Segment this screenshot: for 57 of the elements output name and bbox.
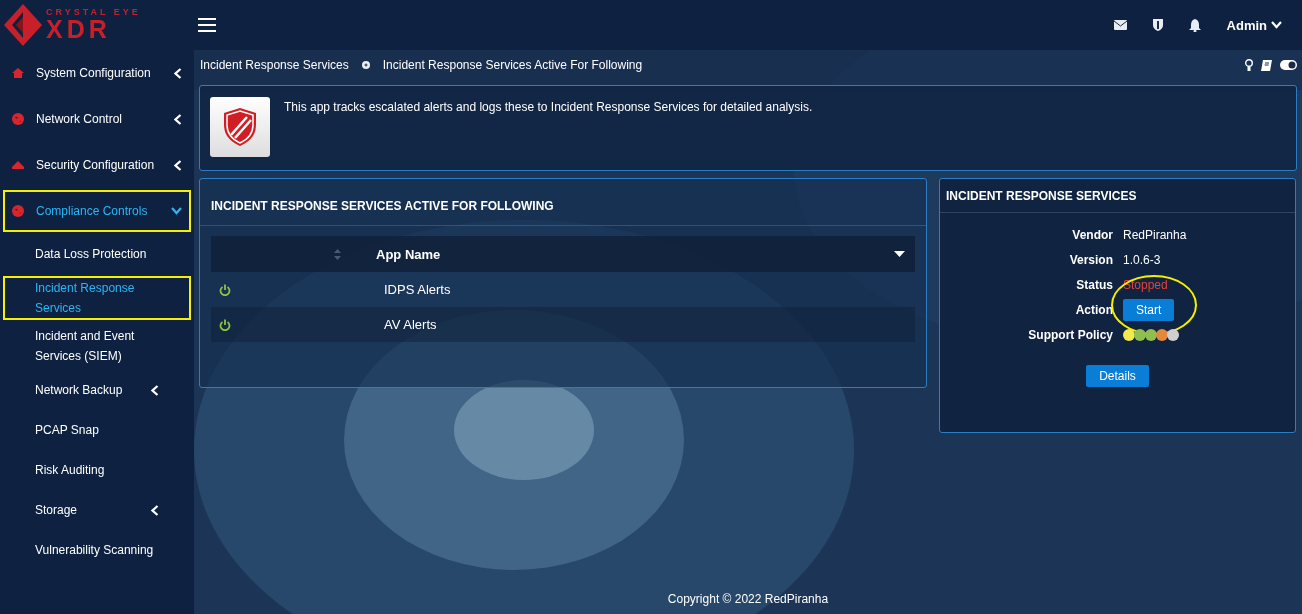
submenu-item[interactable]: Data Loss Protection (3, 236, 191, 272)
column-header[interactable]: App Name (356, 246, 894, 262)
copyright-text: Copyright © 2022 RedPiranha (666, 592, 830, 608)
caret-icon[interactable] (894, 251, 905, 257)
power-icon[interactable] (219, 283, 231, 296)
sidebar-item[interactable]: Compliance Controls (3, 190, 191, 232)
submenu-item[interactable]: Incident and Event Services (SIEM) (3, 324, 191, 368)
chevron-left-icon (174, 113, 182, 125)
field-label: Support Policy (1027, 327, 1114, 342)
cap-icon (12, 161, 24, 169)
globe-icon (12, 205, 24, 217)
panel-title: INCIDENT RESPONSE SERVICES ACTIVE FOR FOLLOWING (200, 179, 926, 226)
mail-icon[interactable] (1113, 20, 1127, 30)
home-icon (12, 68, 24, 78)
table-cell-text: AV Alerts (383, 317, 437, 332)
panel-title: INCIDENT RESPONSE SERVICES (940, 179, 1295, 213)
field-label: Status (1075, 277, 1114, 292)
sidebar-item[interactable]: Security Configuration (3, 144, 191, 186)
submenu-item[interactable]: PCAP Snap (3, 412, 191, 448)
details-button[interactable]: Details (1086, 365, 1149, 387)
logo-icon (2, 2, 44, 48)
brand-tagline: CRYSTAL EYE (46, 8, 141, 17)
shield-icon (223, 107, 257, 147)
start-button[interactable]: Start (1123, 298, 1175, 321)
chevron-left-icon (174, 159, 182, 171)
menu-icon[interactable] (198, 18, 216, 32)
bell-icon[interactable] (1188, 18, 1201, 32)
submenu-item[interactable]: Risk Auditing (3, 452, 191, 488)
user-menu[interactable]: Admin (1226, 17, 1282, 33)
submenu-item[interactable]: Vulnerability Scanning (3, 532, 191, 568)
globe-icon (12, 113, 24, 125)
chevron-down-icon (1271, 21, 1282, 29)
table-cell-text: IDPS Alerts (383, 282, 451, 297)
power-icon[interactable] (219, 318, 231, 331)
chevron-left-icon (151, 384, 159, 396)
breadcrumb-link[interactable]: Incident Response Services (200, 58, 349, 72)
chevron-down-icon (171, 207, 182, 215)
chevron-left-icon (151, 504, 159, 516)
submenu-item[interactable]: Incident Response Services (3, 276, 191, 320)
breadcrumb-current: Incident Response Services Active For Following (382, 58, 643, 72)
sidebar-item[interactable]: Network Control (3, 98, 191, 140)
submenu-item[interactable]: Network Backup (3, 372, 191, 408)
intro-text: This app tracks escalated alerts and logs these to Incident Response Services for detailed analysis. (284, 100, 813, 116)
field-value: RedPiranha (1123, 227, 1187, 242)
separator-icon (361, 61, 370, 69)
field-label: Vendor (1071, 227, 1114, 242)
sidebar-item[interactable]: System Configuration (3, 52, 191, 94)
field-label: Version (1068, 252, 1114, 267)
book-icon[interactable] (1261, 59, 1272, 71)
chevron-left-icon (174, 67, 182, 79)
brand-name: XDR (46, 17, 112, 42)
toggle-icon[interactable] (1280, 60, 1297, 70)
lightbulb-icon[interactable] (1245, 59, 1253, 71)
field-value: 1.0.6-3 (1123, 252, 1161, 267)
submenu-item[interactable]: Storage (3, 492, 191, 528)
shield-icon[interactable] (1152, 19, 1163, 31)
status-value: Stopped (1123, 277, 1168, 292)
